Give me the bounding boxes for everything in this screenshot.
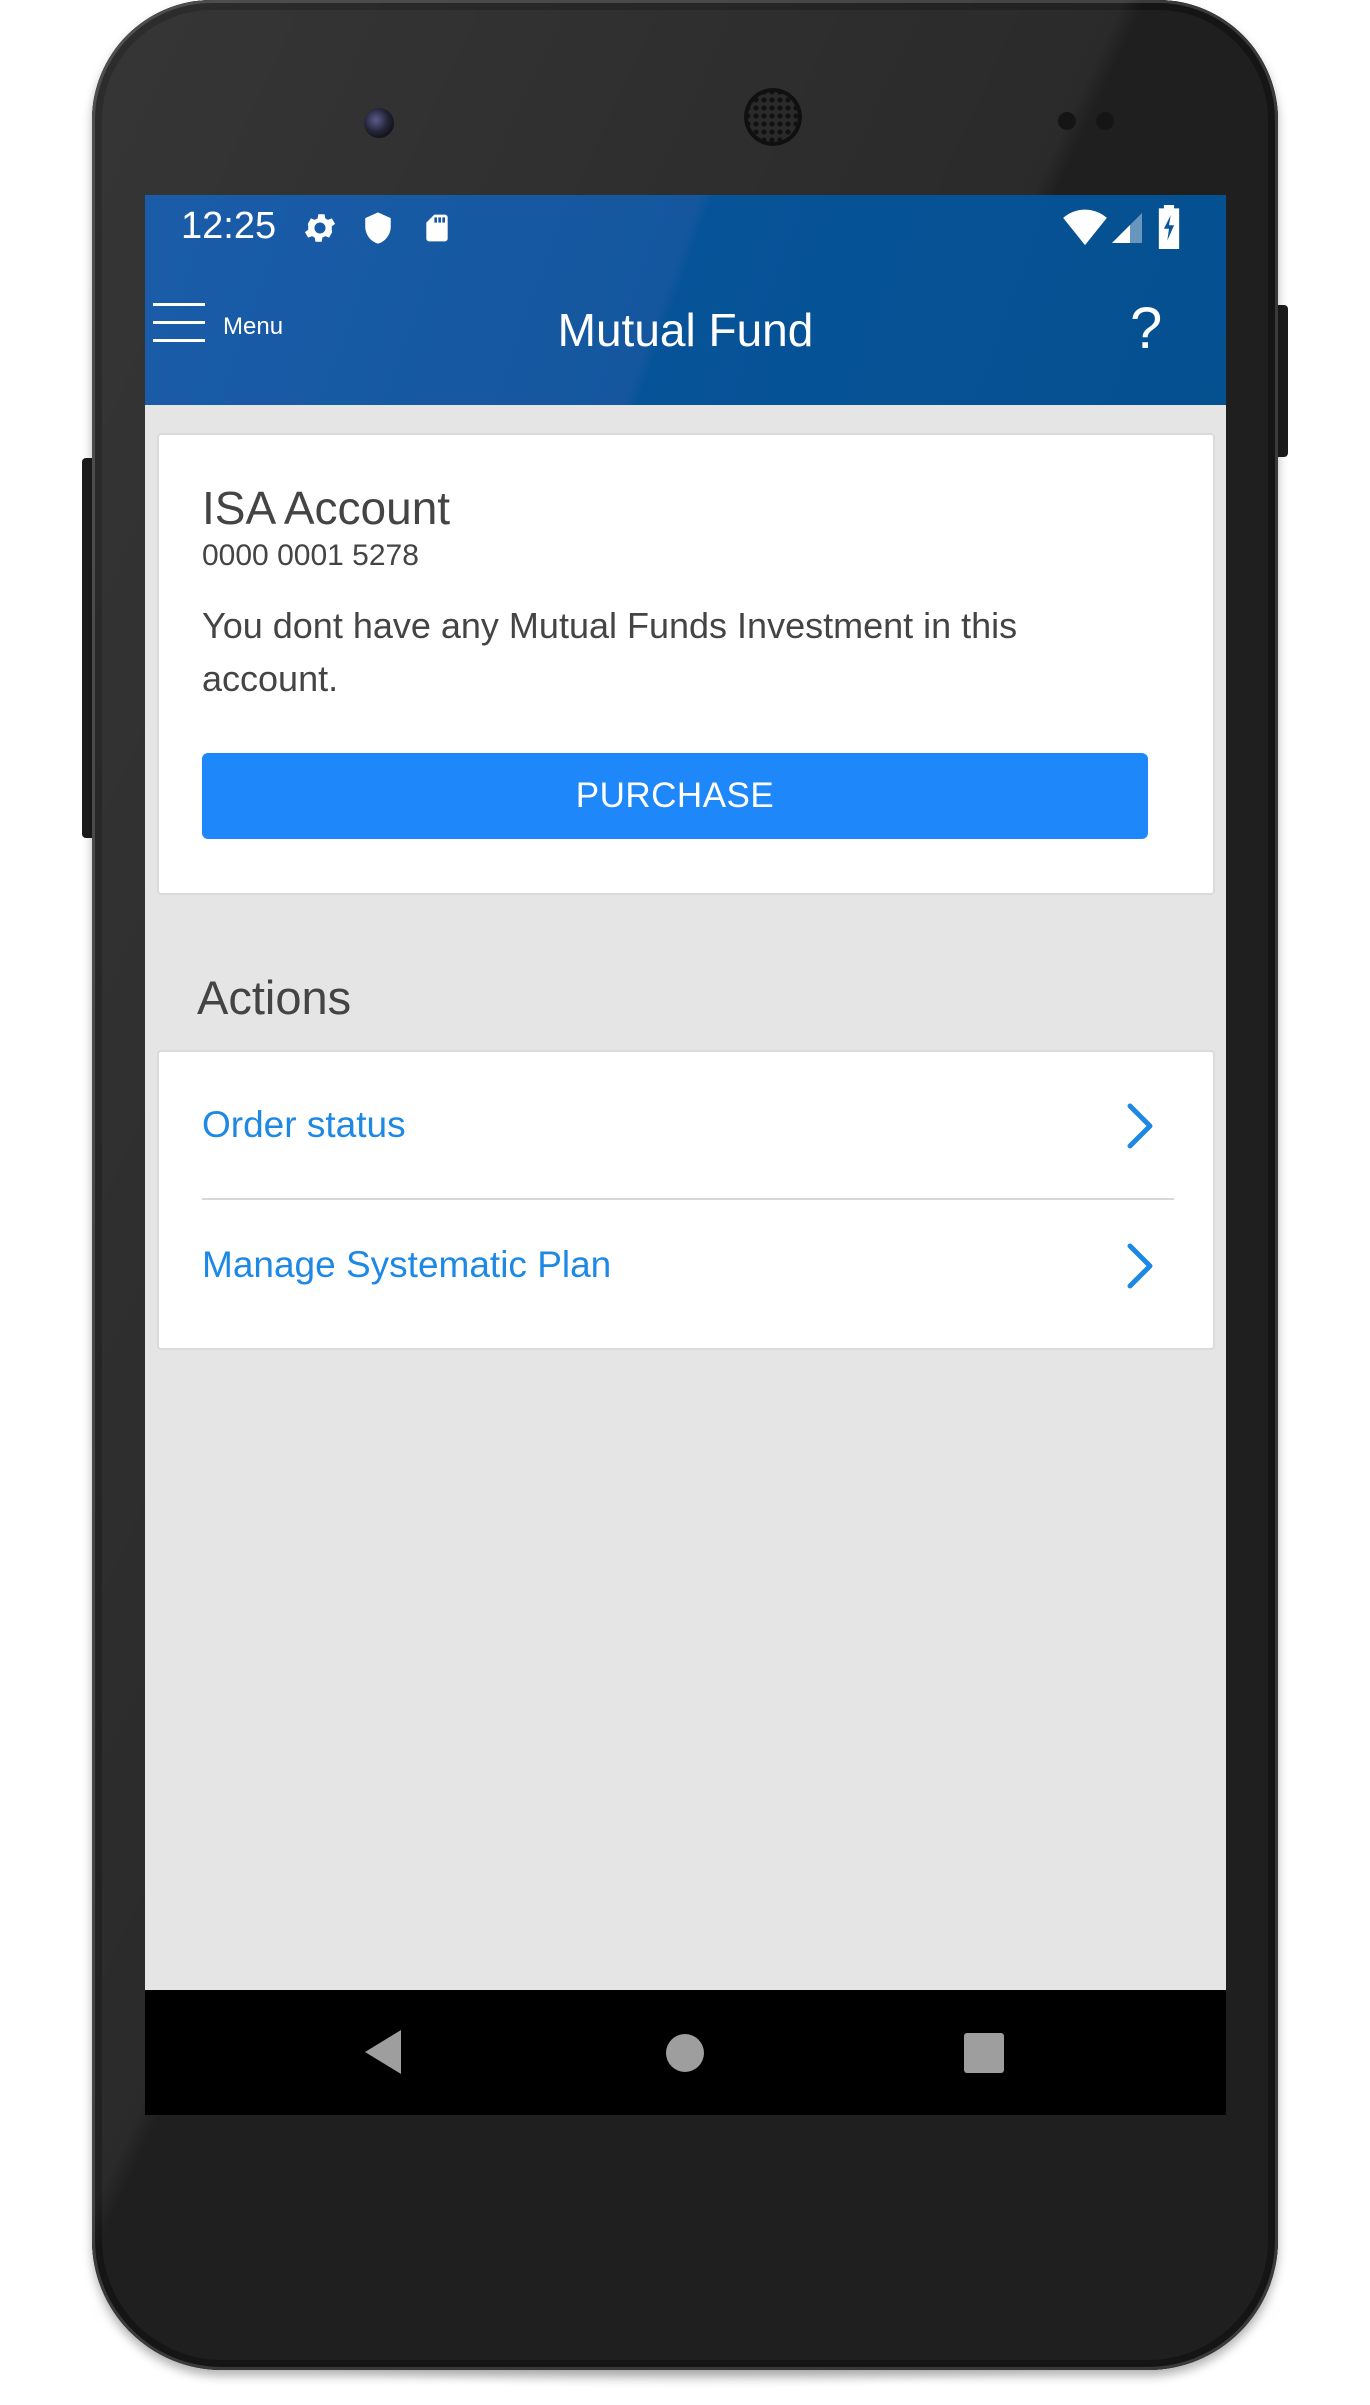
manage-systematic-plan-label: Manage Systematic Plan: [202, 1244, 612, 1285]
order-status-item[interactable]: Order status: [159, 1052, 1213, 1192]
system-nav-bar: [145, 1990, 1226, 2115]
back-icon[interactable]: [361, 2028, 405, 2076]
wifi-icon: [1063, 209, 1107, 246]
page-title: Mutual Fund: [557, 304, 814, 356]
status-bar: 12:25: [145, 195, 1226, 265]
actions-list: Order status Manage Systematic Plan: [157, 1050, 1215, 1350]
app-screen: 12:25 Menu Mutual Fund ? ISA Account 000…: [145, 195, 1226, 2115]
shield-icon: [365, 212, 391, 244]
help-button[interactable]: ?: [1130, 295, 1162, 362]
recents-icon[interactable]: [963, 2032, 1005, 2074]
order-status-label: Order status: [202, 1104, 406, 1145]
app-bar: 12:25 Menu Mutual Fund ?: [145, 195, 1226, 405]
purchase-button[interactable]: PURCHASE: [202, 753, 1148, 839]
settings-icon: [304, 214, 336, 242]
proximity-sensor: [1058, 112, 1076, 130]
front-camera-icon: [364, 108, 394, 138]
earpiece-speaker: [744, 88, 802, 146]
chevron-right-icon: [1127, 1103, 1153, 1149]
chevron-right-icon: [1127, 1243, 1153, 1289]
battery-charging-icon: [1158, 205, 1180, 249]
account-number: 0000 0001 5278: [202, 539, 419, 572]
manage-systematic-plan-item[interactable]: Manage Systematic Plan: [159, 1192, 1213, 1332]
home-icon[interactable]: [664, 2032, 706, 2074]
account-title: ISA Account: [202, 482, 451, 534]
cellular-signal-icon: [1112, 213, 1142, 243]
empty-investment-message: You dont have any Mutual Funds Investmen…: [202, 605, 1018, 699]
actions-heading: Actions: [197, 971, 352, 1024]
account-card: ISA Account 0000 0001 5278 You dont have…: [157, 433, 1215, 895]
status-time: 12:25: [181, 205, 277, 247]
light-sensor: [1096, 112, 1114, 130]
sd-card-icon: [426, 214, 448, 242]
